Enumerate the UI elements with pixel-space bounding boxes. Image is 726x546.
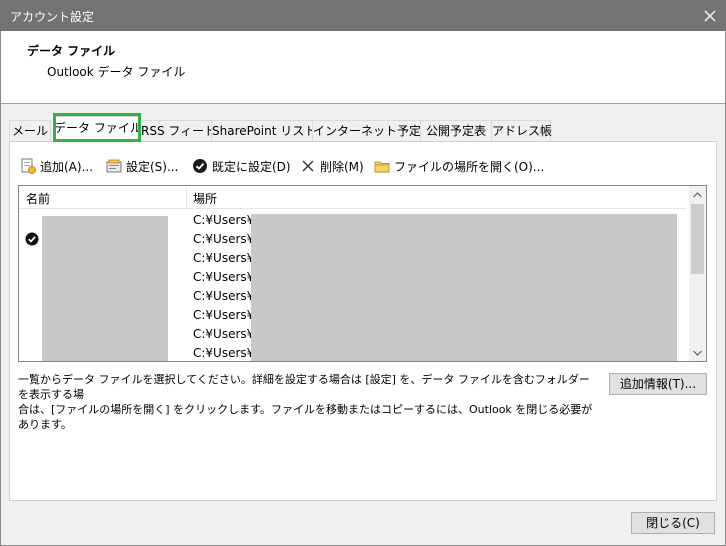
add-file-icon [20, 158, 36, 174]
redaction-block [251, 214, 677, 361]
set-default-button[interactable]: 既定に設定(D) [192, 157, 291, 175]
header-title: データ ファイル [27, 44, 116, 58]
chevron-down-icon [693, 350, 702, 356]
title-bar: アカウント設定 [0, 0, 726, 31]
add-label: 追加(A)... [40, 159, 94, 174]
close-icon [704, 10, 716, 21]
tab-internet-calendars[interactable]: インターネット予定表 [312, 120, 433, 141]
redaction-block [42, 216, 168, 361]
add-button[interactable]: 追加(A)... [20, 157, 93, 175]
tab-address-books[interactable]: アドレス帳 [491, 120, 552, 141]
vertical-scrollbar[interactable] [689, 186, 706, 361]
data-file-list[interactable]: 名前 場所 C:¥Users¥ .... C:¥Users¥ e... C:¥U… [18, 185, 707, 362]
tab-sharepoint-lists[interactable]: SharePoint リスト [211, 120, 316, 141]
scroll-thumb[interactable] [691, 204, 704, 274]
set-default-label: 既定に設定(D) [212, 159, 291, 174]
open-location-button[interactable]: ファイルの場所を開く(O)... [374, 157, 544, 175]
delete-x-icon [300, 158, 316, 174]
instructions-line-2: 合は、[ファイルの場所を開く] をクリックします。ファイルを移動またはコピーする… [18, 403, 593, 431]
settings-icon [106, 158, 122, 174]
dialog-header: データ ファイル Outlook データ ファイル [1, 31, 725, 104]
column-header-name[interactable]: 名前 [26, 190, 50, 207]
close-window-button[interactable] [694, 0, 726, 31]
data-files-panel: 追加(A)... 設定(S)... 既定に設定(D) 削除(M) ファイルの場所… [9, 141, 717, 501]
tab-rss-feeds[interactable]: RSS フィード [140, 120, 216, 141]
tab-mail[interactable]: メール [9, 120, 51, 141]
more-info-button[interactable]: 追加情報(T)... [609, 373, 707, 395]
scroll-down-button[interactable] [689, 344, 706, 361]
settings-label: 設定(S)... [126, 159, 179, 174]
chevron-up-icon [693, 191, 702, 197]
tab-published-calendars[interactable]: 公開予定表 [420, 120, 492, 141]
open-location-label: ファイルの場所を開く(O)... [394, 159, 545, 174]
default-check-icon [25, 232, 39, 246]
instructions-line-1: 一覧からデータ ファイルを選択してください。詳細を設定する場合は [設定] を、… [18, 373, 590, 401]
active-tab-highlight [53, 113, 141, 142]
checkmark-circle-icon [192, 158, 208, 174]
list-header: 名前 場所 [19, 186, 686, 209]
scroll-up-button[interactable] [689, 186, 706, 203]
remove-button[interactable]: 削除(M) [300, 157, 364, 175]
window-title: アカウント設定 [10, 10, 95, 24]
column-divider[interactable] [186, 186, 187, 208]
settings-button[interactable]: 設定(S)... [106, 157, 178, 175]
column-header-location[interactable]: 場所 [193, 190, 217, 207]
header-subtitle: Outlook データ ファイル [47, 65, 186, 79]
instructions-text: 一覧からデータ ファイルを選択してください。詳細を設定する場合は [設定] を、… [18, 372, 598, 432]
close-button[interactable]: 閉じる(C) [631, 512, 715, 534]
remove-label: 削除(M) [320, 159, 364, 174]
folder-icon [374, 158, 390, 174]
